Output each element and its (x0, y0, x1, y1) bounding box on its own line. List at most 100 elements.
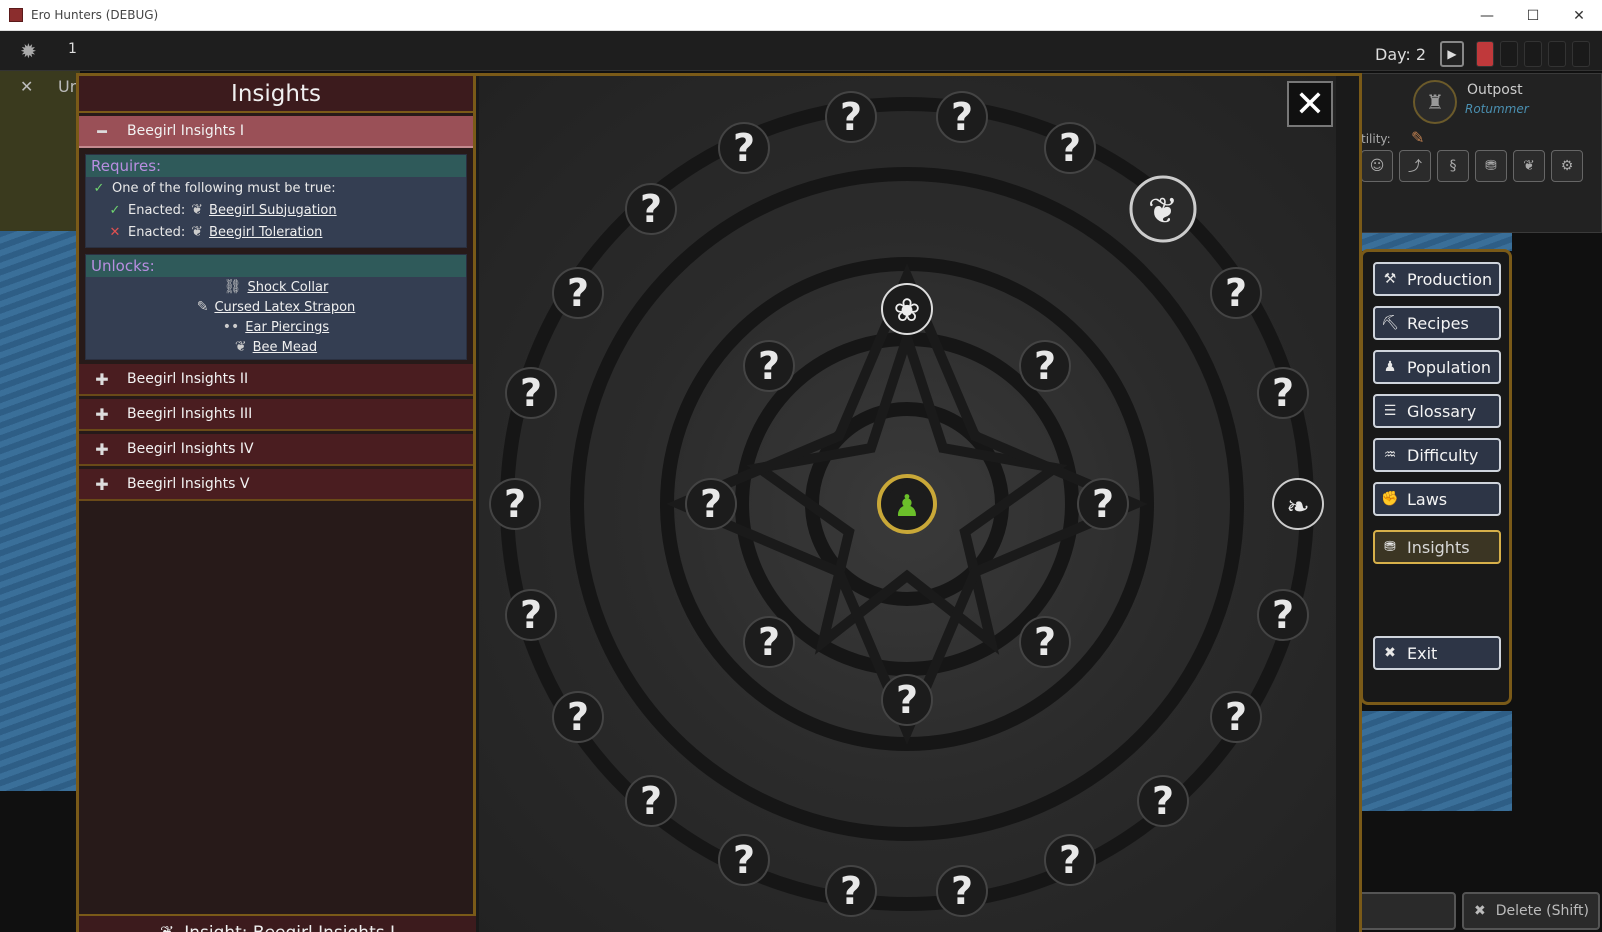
unlock-link[interactable]: Cursed Latex Strapon (214, 300, 355, 315)
play-button[interactable]: ▶ (1440, 41, 1464, 67)
insight-row-beegirl-insights-i[interactable]: ━ Beegirl Insights I (79, 116, 473, 148)
plus-icon[interactable]: ✚ (91, 405, 113, 424)
production-button[interactable]: ⚒ Production (1373, 262, 1501, 296)
character-icon: ♟ (894, 489, 921, 524)
question-mark-icon: ? (520, 593, 542, 637)
resource-count: 1 (68, 41, 77, 57)
insights-button[interactable]: ⛃ Insights (1373, 530, 1501, 564)
plus-icon[interactable]: ✚ (91, 440, 113, 459)
close-icon[interactable]: ✕ (20, 77, 33, 96)
locked-insight-node[interactable]: ? (936, 91, 988, 143)
question-mark-icon: ? (1272, 371, 1294, 415)
question-mark-icon: ? (733, 126, 755, 170)
laws-button[interactable]: ✊ Laws (1373, 482, 1501, 516)
question-mark-icon: ? (1059, 126, 1081, 170)
locked-insight-node[interactable]: ? (1210, 267, 1262, 319)
scroll-icon[interactable]: § (1437, 150, 1469, 182)
speed-bar[interactable] (1572, 41, 1590, 67)
bee-icon[interactable]: ❦ (1513, 150, 1545, 182)
bee-icon: ❦ (191, 224, 204, 240)
locked-insight-node[interactable]: ? (552, 691, 604, 743)
window-close-button[interactable]: ✕ (1556, 0, 1602, 31)
locked-insight-node[interactable]: ? (743, 340, 795, 392)
recipes-button[interactable]: ⛏ Recipes (1373, 306, 1501, 340)
question-mark-icon: ? (1225, 695, 1247, 739)
locked-insight-node[interactable]: ? (625, 183, 677, 235)
locked-insight-node[interactable]: ? (1257, 367, 1309, 419)
locked-insight-node[interactable]: ? (1044, 122, 1096, 174)
locked-insight-node[interactable]: ? (1044, 834, 1096, 886)
locked-insight-node[interactable]: ? (625, 775, 677, 827)
insight-row-beegirl-insights-iii[interactable]: ✚ Beegirl Insights III (79, 399, 473, 431)
population-button[interactable]: ♟ Population (1373, 350, 1501, 384)
flower-node[interactable]: ❀ (881, 283, 933, 335)
insight-row-beegirl-insights-v[interactable]: ✚ Beegirl Insights V (79, 469, 473, 501)
speed-bar[interactable] (1500, 41, 1518, 67)
locked-insight-node[interactable]: ? (825, 91, 877, 143)
maximize-button[interactable]: ☐ (1510, 0, 1556, 31)
requirement-item: ✓ Enacted: ❦ Beegirl Subjugation (86, 199, 466, 221)
dialog-close-button[interactable]: ✕ (1287, 81, 1333, 127)
face-icon[interactable]: ☺ (1361, 150, 1393, 182)
locked-insight-node[interactable]: ? (825, 865, 877, 917)
locked-insight-node[interactable]: ? (1019, 616, 1071, 668)
insight-row-beegirl-insights-iv[interactable]: ✚ Beegirl Insights IV (79, 434, 473, 466)
window-controls: — ☐ ✕ (1464, 0, 1602, 31)
speed-bar[interactable] (1548, 41, 1566, 67)
locked-insight-node[interactable]: ? (552, 267, 604, 319)
unlock-link[interactable]: Ear Piercings (245, 320, 329, 335)
speed-bar[interactable] (1476, 41, 1494, 67)
minimize-button[interactable]: — (1464, 0, 1510, 31)
locked-insight-node[interactable]: ? (718, 122, 770, 174)
locked-insight-node[interactable]: ? (936, 865, 988, 917)
plus-icon[interactable]: ✚ (91, 370, 113, 389)
insight-row-beegirl-insights-ii[interactable]: ✚ Beegirl Insights II (79, 364, 473, 396)
menu-label: Difficulty (1407, 445, 1479, 465)
app-icon (9, 8, 23, 22)
condition-text: One of the following must be true: (112, 180, 336, 196)
mask-icon: ♒ (1383, 447, 1397, 463)
locked-insight-node[interactable]: ? (1077, 478, 1129, 530)
exit-button[interactable]: ✖ Exit (1373, 636, 1501, 670)
locked-insight-node[interactable]: ? (743, 616, 795, 668)
locked-insight-node[interactable]: ? (505, 367, 557, 419)
bee-fairy-node[interactable]: ❦ (1129, 175, 1197, 243)
unlock-link[interactable]: Shock Collar (247, 280, 328, 295)
difficulty-button[interactable]: ♒ Difficulty (1373, 438, 1501, 472)
locked-insight-node[interactable]: ? (505, 589, 557, 641)
bee-fairy-icon: ❦ (1148, 191, 1178, 232)
insight-tree-canvas: ??????????????????????????? ❀ ❦ ❧ ♟ (489, 91, 1324, 917)
unlock-item: ❦ Bee Mead (86, 337, 466, 357)
gear-icon[interactable]: ⚙ (1551, 150, 1583, 182)
locked-insight-node[interactable]: ? (718, 834, 770, 886)
basket-icon[interactable]: ⛃ (1475, 150, 1507, 182)
leaf-node[interactable]: ❧ (1272, 478, 1324, 530)
unit-label: Ur (58, 77, 77, 96)
center-node[interactable]: ♟ (877, 474, 937, 534)
unlock-item: ✎ Cursed Latex Strapon (86, 297, 466, 317)
unlock-link[interactable]: Bee Mead (253, 340, 317, 355)
locked-insight-node[interactable]: ? (1210, 691, 1262, 743)
plus-icon[interactable]: ✚ (91, 475, 113, 494)
locked-insight-node[interactable]: ? (489, 478, 541, 530)
law-link[interactable]: Beegirl Subjugation (209, 203, 337, 218)
settings-gear-icon[interactable]: ✹ (20, 39, 37, 63)
locked-insight-node[interactable]: ? (685, 478, 737, 530)
locked-insight-node[interactable]: ? (1257, 589, 1309, 641)
locked-insight-node[interactable]: ? (881, 674, 933, 726)
enacted-label: Enacted: (128, 224, 186, 240)
law-link[interactable]: Beegirl Toleration (209, 225, 322, 240)
glossary-button[interactable]: ☰ Glossary (1373, 394, 1501, 428)
question-mark-icon: ? (1225, 271, 1247, 315)
menu-label: Exit (1407, 643, 1438, 663)
delete-button[interactable]: ✖ Delete (Shift) (1462, 892, 1600, 930)
locked-insight-node[interactable]: ? (1019, 340, 1071, 392)
requirement-condition: ✓ One of the following must be true: (86, 177, 466, 199)
bee-icon: ❦ (160, 923, 174, 932)
minus-icon[interactable]: ━ (91, 122, 113, 141)
chart-icon[interactable]: ⤴ (1399, 150, 1431, 182)
check-icon: ✓ (109, 202, 121, 218)
locked-insight-node[interactable]: ? (1137, 775, 1189, 827)
insight-footer: ❦ Insight: Beegirl Insights I (79, 914, 476, 932)
speed-bar[interactable] (1524, 41, 1542, 67)
